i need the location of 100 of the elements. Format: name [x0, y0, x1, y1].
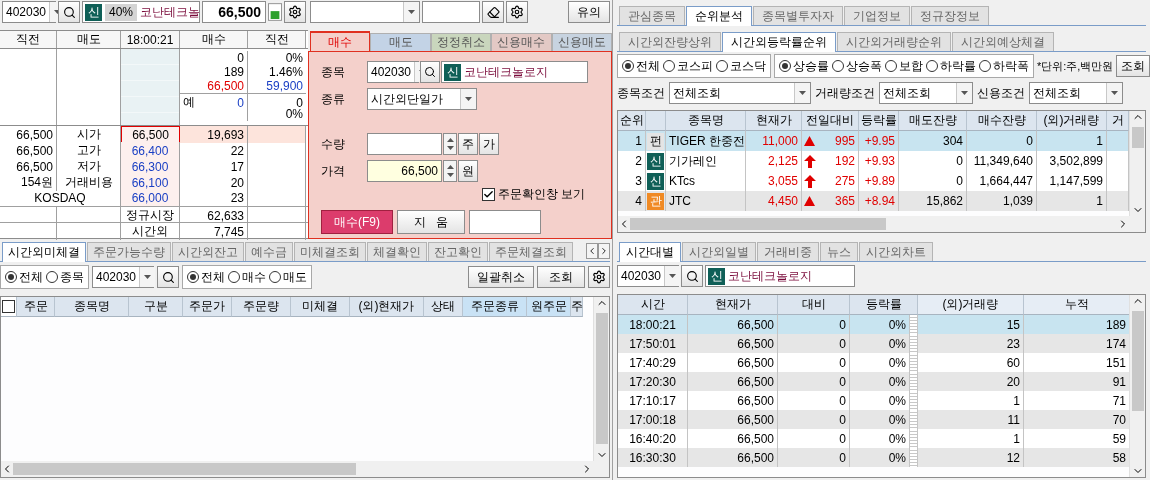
radio-option[interactable]: 코스피	[663, 57, 713, 75]
empty-field[interactable]	[469, 210, 541, 234]
table-row[interactable]: 18:00:21 66,500 0 0% 15 189	[618, 315, 1129, 334]
order-tab[interactable]: 정정취소	[430, 33, 492, 51]
tab[interactable]: 시간외잔량상위	[619, 32, 721, 51]
tab[interactable]: 주문체결조회	[489, 242, 573, 261]
table-row[interactable]: 17:50:01 66,500 0 0% 23 174	[618, 334, 1129, 353]
tab[interactable]: 시간외잔고	[172, 242, 244, 261]
search-button[interactable]	[420, 61, 440, 83]
tab[interactable]: 시간외등락률순위	[722, 32, 836, 52]
password-field[interactable]	[422, 1, 480, 23]
horizontal-scrollbar[interactable]	[618, 216, 1129, 232]
radio-option[interactable]: 하락폭	[979, 57, 1029, 75]
tab[interactable]: 시간대별	[619, 242, 681, 262]
settings-button[interactable]	[506, 1, 528, 23]
tab[interactable]: 체결확인	[367, 242, 427, 261]
tab[interactable]: 거래비중	[757, 242, 819, 261]
clear-button[interactable]: 지 움	[397, 210, 465, 234]
tab-scroll-right[interactable]	[598, 242, 610, 259]
tab[interactable]: 종목별투자자	[753, 6, 843, 25]
table-row[interactable]: 16:30:30 66,500 0 0% 12 58	[618, 448, 1129, 467]
code-dropdown[interactable]: 402030	[2, 1, 56, 23]
clear-button[interactable]	[482, 1, 504, 23]
unit-button[interactable]: 가	[479, 133, 499, 155]
radio-option[interactable]: 보합	[885, 57, 923, 75]
caret-icon	[446, 173, 454, 177]
tab[interactable]: 시간외예상체결	[952, 32, 1054, 51]
tab[interactable]: 순위분석	[686, 6, 752, 26]
tab[interactable]: 기업정보	[844, 6, 910, 25]
filter-dropdown[interactable]: 전체조회	[879, 82, 973, 104]
code-dropdown[interactable]: 402030	[617, 265, 679, 287]
stock-name-field[interactable]: 신 코난테크놀로지	[441, 61, 588, 83]
scrollbar-thumb[interactable]	[630, 218, 886, 230]
scrollbar-thumb[interactable]	[1131, 311, 1144, 412]
tab[interactable]: 예수금	[245, 242, 293, 261]
stock-name-field[interactable]: 신 40% 코난테크놀	[82, 1, 200, 23]
tab-scroll-left[interactable]	[586, 242, 598, 259]
spin-button[interactable]	[443, 133, 457, 155]
summary-value: 66,500	[207, 79, 244, 93]
tab[interactable]: 정규장정보	[911, 6, 989, 25]
tab[interactable]: 뉴스	[820, 242, 858, 261]
tab[interactable]: 관심종목	[619, 6, 685, 25]
filter-dropdown[interactable]: 전체조회	[1029, 82, 1123, 104]
table-row[interactable]: 17:00:18 66,500 0 0% 11 70	[618, 410, 1129, 429]
order-tab[interactable]: 매수	[310, 31, 371, 51]
order-tab[interactable]: 매도	[370, 33, 431, 51]
radio-option[interactable]: 매도	[269, 268, 307, 286]
bid-price: 66,000	[121, 190, 180, 206]
buy-button[interactable]: 매수(F9)	[321, 210, 393, 234]
tab[interactable]: 미체결조회	[294, 242, 366, 261]
tab[interactable]: 시간외차트	[859, 242, 933, 261]
radio-option[interactable]: 상승률	[779, 57, 829, 75]
stock-name-field[interactable]: 신 코난테크놀로지	[705, 265, 855, 287]
radio-option[interactable]: 하락률	[926, 57, 976, 75]
warning-button[interactable]: 유의	[568, 1, 610, 23]
cancel-all-button[interactable]: 일괄취소	[468, 266, 534, 288]
column-header: 매수	[180, 31, 248, 48]
search-button[interactable]	[58, 1, 80, 23]
settings-button[interactable]	[588, 266, 610, 288]
confirm-checkbox[interactable]: 주문확인창 보기	[481, 186, 585, 203]
vertical-scrollbar[interactable]	[593, 297, 609, 461]
table-row[interactable]: 4 관 JTC 4,450 365 +8.94 15,862 1,039 1	[618, 191, 1129, 211]
code-dropdown[interactable]: 402030	[92, 266, 154, 288]
radio-option[interactable]: 전체	[622, 57, 660, 75]
price-field[interactable]: 66,500	[367, 160, 442, 182]
scrollbar-thumb[interactable]	[1131, 127, 1144, 148]
order-tab[interactable]: 신용매수	[491, 33, 552, 51]
vertical-scrollbar[interactable]	[1129, 295, 1145, 477]
vertical-scrollbar[interactable]	[1129, 111, 1145, 216]
search-button[interactable]	[157, 266, 179, 288]
tab[interactable]: 주문가능수량	[87, 242, 171, 261]
order-tab[interactable]: 신용매도	[551, 33, 613, 51]
tab[interactable]: 시간외일별	[682, 242, 756, 261]
table-row[interactable]: 17:20:30 66,500 0 0% 20 91	[618, 372, 1129, 391]
search-button[interactable]	[681, 265, 703, 287]
radio-option[interactable]: 전체	[5, 268, 43, 286]
settings-button[interactable]	[284, 1, 306, 23]
select-all-checkbox[interactable]	[2, 300, 15, 313]
change-value: 365	[834, 194, 855, 208]
quantity-field[interactable]	[367, 133, 442, 155]
code-dropdown[interactable]: 402030	[367, 61, 419, 83]
tab[interactable]: 시간외거래량순위	[837, 32, 951, 51]
tab[interactable]: 잔고확인	[428, 242, 488, 261]
query-button[interactable]: 조회	[537, 266, 585, 288]
scrollbar-thumb[interactable]	[13, 463, 357, 475]
scrollbar-thumb[interactable]	[595, 313, 608, 445]
horizontal-scrollbar[interactable]	[1, 461, 593, 477]
query-button[interactable]: 조회	[1116, 55, 1150, 77]
radio-option[interactable]: 상승폭	[832, 57, 882, 75]
radio-option[interactable]: 매수	[228, 268, 266, 286]
unit-button[interactable]: 원	[458, 160, 478, 182]
tab[interactable]: 시간외미체결	[2, 242, 86, 262]
filter-dropdown[interactable]: 전체조회	[669, 82, 811, 104]
unit-button[interactable]: 주	[458, 133, 478, 155]
radio-option[interactable]: 종목	[46, 268, 84, 286]
spin-button[interactable]	[443, 160, 457, 182]
radio-option[interactable]: 전체	[187, 268, 225, 286]
table-row[interactable]: 1 펀 TIGER 한중전 11,000 995 +9.95 304 0 1	[618, 131, 1129, 151]
order-type-dropdown[interactable]: 시간외단일가	[367, 88, 477, 110]
radio-option[interactable]: 코스닥	[716, 57, 766, 75]
